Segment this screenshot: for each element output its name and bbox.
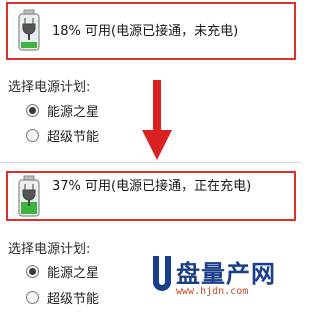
radio-button[interactable] — [26, 264, 39, 278]
watermark-logo: 盘量产网 www.hjdn.com — [150, 250, 301, 314]
power-plan-label: 选择电源计划: — [8, 80, 91, 95]
radio-button[interactable] — [26, 103, 39, 117]
plan-option-energy-star[interactable]: 能源之星 — [26, 261, 99, 281]
plan-option-label: 能源之星 — [47, 104, 100, 120]
battery-status-box: 37% 可用(电源已接通，正在充电) — [6, 171, 296, 221]
watermark-url: www.hjdn.com — [176, 286, 249, 297]
battery-status-box: 18% 可用(电源已接通，未充电) — [6, 2, 296, 60]
u-logo-icon — [153, 256, 171, 291]
power-plan-label: 选择电源计划: — [8, 242, 91, 257]
arrow-down-icon — [142, 80, 172, 160]
battery-plugged-icon — [18, 9, 40, 51]
plan-option-super-saver[interactable]: 超级节能 — [26, 287, 99, 307]
watermark-text: 盘量产网 — [176, 260, 276, 288]
plan-option-energy-star[interactable]: 能源之星 — [26, 100, 99, 120]
battery-plugged-icon — [18, 175, 40, 217]
plan-option-label: 超级节能 — [47, 291, 100, 307]
plan-option-label: 超级节能 — [47, 129, 100, 145]
plan-option-super-saver[interactable]: 超级节能 — [26, 125, 99, 145]
battery-status-text: 37% 可用(电源已接通，正在充电) — [52, 179, 252, 194]
plan-option-label: 能源之星 — [47, 265, 100, 281]
battery-status-text: 18% 可用(电源已接通，未充电) — [52, 24, 239, 39]
radio-button[interactable] — [26, 128, 39, 142]
radio-button[interactable] — [26, 290, 39, 304]
